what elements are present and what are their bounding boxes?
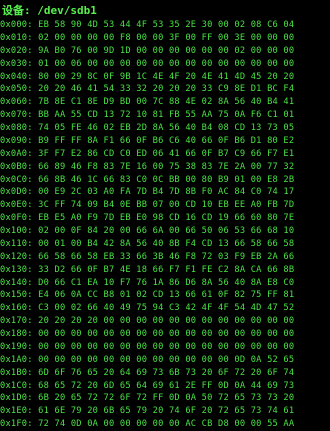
hex-dump: 0x000: EB 58 90 4D 53 44 4F 53 35 2E 30 … — [0, 19, 330, 431]
row-address: 0x0E0: — [0, 200, 33, 211]
hex-row: 0x1C0: 68 65 72 20 6D 65 64 69 61 2E FF … — [0, 380, 330, 393]
row-bytes: 33 D2 66 0F B7 4E 18 66 F7 F1 FE C2 8A C… — [38, 264, 295, 275]
row-bytes: 74 05 FE 46 02 EB 2D 8A 56 40 B4 08 CD 1… — [38, 123, 295, 133]
row-address: 0x110: — [0, 238, 33, 249]
hex-row: 0x160: C3 00 02 66 40 49 75 94 C3 42 4F … — [0, 302, 330, 315]
row-bytes: 3F F7 E2 86 CD C0 ED 06 41 66 0F B7 C9 6… — [38, 148, 295, 159]
row-bytes: 20 20 46 41 54 33 32 20 20 20 33 C9 8E D… — [38, 84, 295, 95]
hex-row: 0x0B0: 66 89 46 F8 83 7E 16 00 75 38 83 … — [0, 161, 330, 174]
hex-row: 0x0D0: 00 E9 2C 03 A0 FA 7D B4 7D 8B F0 … — [0, 186, 330, 199]
hex-row: 0x040: 80 00 29 8C 0F 9B 1C 4E 4F 20 4E … — [0, 71, 330, 84]
row-address: 0x000: — [0, 20, 33, 30]
row-address: 0x180: — [0, 329, 33, 339]
row-address: 0x1A0: — [0, 354, 33, 365]
hex-row: 0x100: 02 00 0F 84 20 00 66 6A 00 66 50 … — [0, 225, 330, 238]
row-bytes: 6B 20 65 72 72 6F 72 FF 0D 0A 50 72 65 7… — [38, 393, 295, 404]
row-address: 0x1F0: — [0, 419, 33, 430]
row-address: 0x050: — [0, 84, 33, 95]
row-address: 0x0A0: — [0, 148, 33, 159]
row-address: 0x100: — [0, 226, 33, 236]
row-address: 0x0B0: — [0, 161, 33, 172]
row-bytes: 6D 6F 76 65 20 64 69 73 6B 73 20 6F 72 2… — [38, 367, 295, 378]
row-address: 0x190: — [0, 341, 33, 352]
row-address: 0x090: — [0, 135, 33, 146]
hex-row: 0x080: 74 05 FE 46 02 EB 2D 8A 56 40 B4 … — [0, 122, 330, 135]
row-address: 0x0D0: — [0, 187, 33, 198]
row-bytes: 66 58 66 58 EB 33 66 3B 46 F8 72 03 F9 E… — [38, 251, 295, 262]
hex-row: 0x010: 02 00 00 00 00 F8 00 00 3F 00 FF … — [0, 32, 330, 45]
row-address: 0x020: — [0, 45, 33, 56]
row-address: 0x120: — [0, 251, 33, 262]
row-bytes: 02 00 0F 84 20 00 66 6A 00 66 50 06 53 6… — [38, 226, 295, 236]
row-bytes: EB 58 90 4D 53 44 4F 53 35 2E 30 00 02 0… — [38, 20, 295, 30]
row-address: 0x140: — [0, 277, 33, 288]
hex-row: 0x030: 01 00 06 00 00 00 00 00 00 00 00 … — [0, 58, 330, 71]
terminal-screen: 设备: /dev/sdb1 0x000: EB 58 90 4D 53 44 4… — [0, 0, 330, 431]
row-bytes: 00 01 00 B4 42 8A 56 40 8B F4 CD 13 66 5… — [38, 238, 295, 249]
row-address: 0x080: — [0, 123, 33, 133]
row-address: 0x040: — [0, 71, 33, 82]
hex-row: 0x1A0: 00 00 00 00 00 00 00 00 00 00 00 … — [0, 354, 330, 367]
row-bytes: 20 20 20 20 00 00 00 00 00 00 00 00 00 0… — [38, 316, 295, 327]
row-bytes: 80 00 29 8C 0F 9B 1C 4E 4F 20 4E 41 4D 4… — [38, 71, 295, 82]
hex-row: 0x170: 20 20 20 20 00 00 00 00 00 00 00 … — [0, 315, 330, 328]
row-bytes: 00 00 00 00 00 00 00 00 00 00 00 00 0D 0… — [38, 354, 295, 365]
hex-row: 0x050: 20 20 46 41 54 33 32 20 20 20 33 … — [0, 83, 330, 96]
row-bytes: 01 00 06 00 00 00 00 00 00 00 00 00 00 0… — [38, 58, 295, 69]
hex-row: 0x150: E4 06 0A CC B8 01 02 CD 13 66 61 … — [0, 289, 330, 302]
hex-row: 0x1E0: 61 6E 79 20 6B 65 79 20 74 6F 20 … — [0, 405, 330, 418]
row-address: 0x150: — [0, 290, 33, 301]
hex-row: 0x000: EB 58 90 4D 53 44 4F 53 35 2E 30 … — [0, 19, 330, 32]
row-bytes: 61 6E 79 20 6B 65 79 20 74 6F 20 72 65 7… — [38, 406, 295, 417]
row-bytes: EB E5 A0 F9 7D EB E0 98 CD 16 CD 19 66 6… — [38, 213, 295, 224]
hex-row: 0x1D0: 6B 20 65 72 72 6F 72 FF 0D 0A 50 … — [0, 392, 330, 405]
row-address: 0x1D0: — [0, 393, 33, 404]
hex-row: 0x1F0: 72 74 0D 0A 00 00 00 00 00 AC CB … — [0, 418, 330, 431]
row-address: 0x1B0: — [0, 367, 33, 378]
hex-row: 0x0C0: 66 8B 46 1C 66 83 C0 0C BB 00 80 … — [0, 174, 330, 187]
row-bytes: 66 8B 46 1C 66 83 C0 0C BB 00 80 B9 01 0… — [38, 174, 295, 185]
row-bytes: D0 66 C1 EA 10 F7 76 1A 86 D6 8A 56 40 8… — [38, 277, 295, 288]
hex-row: 0x120: 66 58 66 58 EB 33 66 3B 46 F8 72 … — [0, 251, 330, 264]
row-bytes: 68 65 72 20 6D 65 64 69 61 2E FF 0D 0A 4… — [38, 380, 295, 391]
hex-row: 0x060: 7B 8E C1 8E D9 BD 00 7C 88 4E 02 … — [0, 96, 330, 109]
row-bytes: 66 89 46 F8 83 7E 16 00 75 38 83 7E 2A 0… — [38, 161, 295, 172]
hex-row: 0x180: 00 00 00 00 00 00 00 00 00 00 00 … — [0, 328, 330, 341]
hex-row: 0x090: B9 FF FF 8A F1 66 0F B6 C6 40 66 … — [0, 135, 330, 148]
row-bytes: 9A B0 76 00 9D 1D 00 00 00 00 00 00 02 0… — [38, 45, 295, 56]
hex-row: 0x0E0: 3C FF 74 09 B4 0E BB 07 00 CD 10 … — [0, 199, 330, 212]
row-bytes: B9 FF FF 8A F1 66 0F B6 C6 40 66 0F B6 D… — [38, 135, 295, 146]
row-bytes: BB AA 55 CD 13 72 10 81 FB 55 AA 75 0A F… — [38, 110, 295, 121]
hex-row: 0x1B0: 6D 6F 76 65 20 64 69 73 6B 73 20 … — [0, 367, 330, 380]
row-bytes: 00 00 00 00 00 00 00 00 00 00 00 00 00 0… — [38, 341, 295, 352]
row-bytes: 3C FF 74 09 B4 0E BB 07 00 CD 10 EB EE A… — [38, 200, 295, 211]
row-bytes: 7B 8E C1 8E D9 BD 00 7C 88 4E 02 8A 56 4… — [38, 97, 295, 108]
row-bytes: 00 E9 2C 03 A0 FA 7D B4 7D 8B F0 AC 84 C… — [38, 187, 295, 198]
hex-row: 0x130: 33 D2 66 0F B7 4E 18 66 F7 F1 FE … — [0, 264, 330, 277]
row-address: 0x030: — [0, 58, 33, 69]
row-address: 0x130: — [0, 264, 33, 275]
hex-row: 0x190: 00 00 00 00 00 00 00 00 00 00 00 … — [0, 341, 330, 354]
hex-row: 0x0F0: EB E5 A0 F9 7D EB E0 98 CD 16 CD … — [0, 212, 330, 225]
row-bytes: 00 00 00 00 00 00 00 00 00 00 00 00 00 0… — [38, 329, 295, 339]
row-address: 0x160: — [0, 303, 33, 314]
hex-row: 0x140: D0 66 C1 EA 10 F7 76 1A 86 D6 8A … — [0, 277, 330, 290]
hex-row: 0x110: 00 01 00 B4 42 8A 56 40 8B F4 CD … — [0, 238, 330, 251]
row-address: 0x170: — [0, 316, 33, 327]
row-address: 0x1C0: — [0, 380, 33, 391]
row-address: 0x0F0: — [0, 213, 33, 224]
row-address: 0x060: — [0, 97, 33, 108]
row-bytes: 02 00 00 00 00 F8 00 00 3F 00 FF 00 3E 0… — [38, 32, 295, 43]
hex-row: 0x070: BB AA 55 CD 13 72 10 81 FB 55 AA … — [0, 109, 330, 122]
row-bytes: E4 06 0A CC B8 01 02 CD 13 66 61 0F 82 7… — [38, 290, 295, 301]
row-bytes: C3 00 02 66 40 49 75 94 C3 42 4F 4F 54 4… — [38, 303, 295, 314]
hex-row: 0x020: 9A B0 76 00 9D 1D 00 00 00 00 00 … — [0, 45, 330, 58]
row-address: 0x1E0: — [0, 406, 33, 417]
row-address: 0x0C0: — [0, 174, 33, 185]
row-address: 0x070: — [0, 110, 33, 121]
row-bytes: 72 74 0D 0A 00 00 00 00 00 AC CB D8 00 0… — [38, 419, 295, 430]
hex-row: 0x0A0: 3F F7 E2 86 CD C0 ED 06 41 66 0F … — [0, 148, 330, 161]
row-address: 0x010: — [0, 32, 33, 43]
